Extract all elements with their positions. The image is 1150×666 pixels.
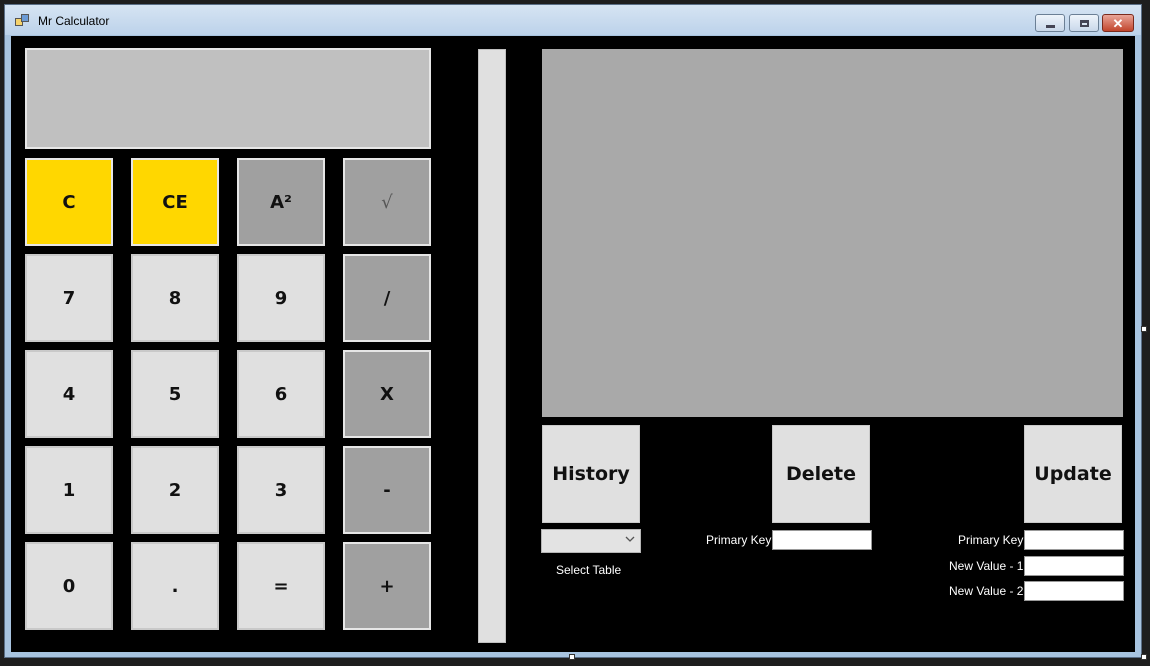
history-button[interactable]: History [542,425,640,523]
decimal-button[interactable]: . [131,542,219,630]
digit-5-button[interactable]: 5 [131,350,219,438]
digit-7-button[interactable]: 7 [25,254,113,342]
new-value-1-label: New Value - 1 [949,559,1024,573]
digit-8-button[interactable]: 8 [131,254,219,342]
digit-9-button[interactable]: 9 [237,254,325,342]
digit-4-button[interactable]: 4 [25,350,113,438]
divider-panel [478,49,506,643]
delete-primary-key-label: Primary Key [706,533,772,547]
equals-button[interactable]: = [237,542,325,630]
digit-6-button[interactable]: 6 [237,350,325,438]
window-title: Mr Calculator [38,14,110,28]
maximize-icon [1079,19,1089,27]
update-primary-key-field[interactable] [1024,530,1124,550]
app-icon [15,14,29,27]
calculator-display [25,48,431,149]
delete-primary-key-field[interactable] [772,530,872,550]
square-button[interactable]: A² [237,158,325,246]
client-area: C CE A² √ 7 8 9/ 4 5 6 X 1 2 3- 0. = + History Delete Up… [11,36,1135,652]
clear-entry-button[interactable]: CE [131,158,219,246]
digit-0-button[interactable]: 0 [25,542,113,630]
sqrt-button[interactable]: √ [343,158,431,246]
digit-3-button[interactable]: 3 [237,446,325,534]
select-table-label: Select Table [556,563,622,577]
minimize-button[interactable] [1035,14,1065,32]
subtract-button[interactable]: - [343,446,431,534]
update-button[interactable]: Update [1024,425,1122,523]
add-button[interactable]: + [343,542,431,630]
close-icon: ✕ [1112,15,1124,31]
resize-handle-corner[interactable] [1141,654,1147,660]
digit-2-button[interactable]: 2 [131,446,219,534]
resize-handle-right[interactable] [1141,326,1147,332]
select-table-dropdown[interactable] [541,529,641,553]
chevron-down-icon [625,536,635,542]
digit-1-button[interactable]: 1 [25,446,113,534]
delete-button[interactable]: Delete [772,425,870,523]
title-bar[interactable]: Mr Calculator ✕ [5,5,1141,35]
update-primary-key-label: Primary Key [958,533,1024,547]
resize-handle-bottom[interactable] [569,654,575,660]
minimize-icon [1045,24,1055,28]
multiply-button[interactable]: X [343,350,431,438]
close-button[interactable]: ✕ [1102,14,1134,32]
data-grid-view[interactable] [542,49,1123,417]
new-value-1-field[interactable] [1024,556,1124,576]
app-window: Mr Calculator ✕ C CE A² √ 7 8 9/ 4 5 6 X 1 2 3- 0. = + H… [4,4,1142,658]
maximize-button[interactable] [1069,14,1099,32]
new-value-2-field[interactable] [1024,581,1124,601]
new-value-2-label: New Value - 2 [949,584,1024,598]
clear-button[interactable]: C [25,158,113,246]
divide-button[interactable]: / [343,254,431,342]
